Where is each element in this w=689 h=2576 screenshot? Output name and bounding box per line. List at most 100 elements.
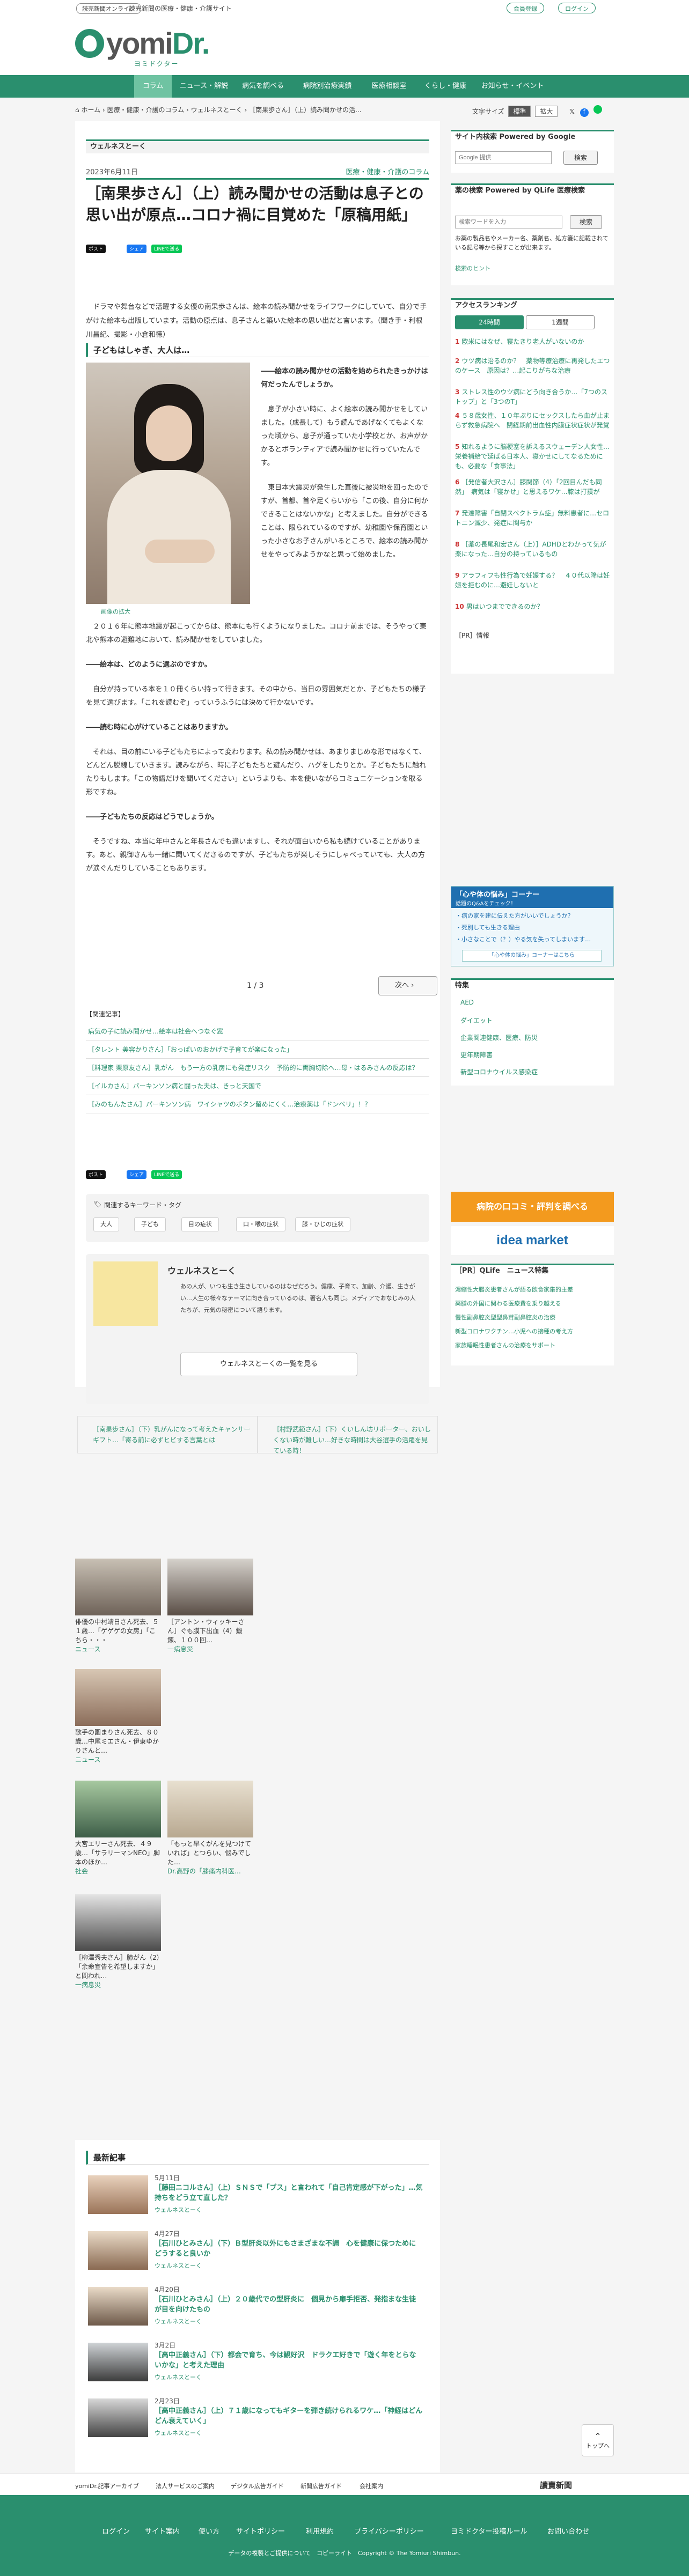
- hospital-review-banner[interactable]: 病院の口コミ・評判を調べる: [451, 1192, 614, 1222]
- x-post-button[interactable]: ポスト: [86, 245, 106, 253]
- footer-link[interactable]: お問い合わせ: [547, 2526, 589, 2536]
- zoom-image-link[interactable]: 画像の拡大: [101, 607, 130, 616]
- feature-link[interactable]: 企業関連健康、医療、防災: [460, 1033, 538, 1042]
- related-link[interactable]: ［イルカさん］パーキンソン病と闘った夫は、きっと天国で: [86, 1077, 429, 1095]
- footer-link[interactable]: ヨミドクター投稿ルール: [451, 2526, 527, 2536]
- breadcrumb-home[interactable]: ホーム: [81, 106, 100, 114]
- qa-item[interactable]: ・死別しても生きる理由: [456, 923, 520, 932]
- recommended-thumb[interactable]: [75, 1559, 161, 1615]
- drug-search-button[interactable]: 検索: [570, 215, 602, 229]
- text-size-standard[interactable]: 標準: [508, 106, 531, 117]
- nav-news[interactable]: ニュース・解説: [177, 75, 231, 98]
- login-button[interactable]: ログイン: [558, 3, 596, 13]
- ranking-item[interactable]: 8 ［薬の長尾和宏さん（上）］ADHDとわかって気が楽になった…自分の持っているも…: [455, 540, 611, 559]
- nav-hospital[interactable]: 病院別治療実績: [295, 75, 360, 98]
- drug-search-hint[interactable]: 検索のヒント: [455, 264, 490, 272]
- qa-item[interactable]: ・病の家を建に伝えた方がいいでしょうか？: [456, 911, 574, 920]
- footer-link[interactable]: 使い方: [199, 2526, 219, 2536]
- ranking-item[interactable]: 3 ストレス性のウツ病にどう向き合うか…「7つのストップ」と「3つのT」: [455, 387, 611, 407]
- facebook-share-button[interactable]: シェア: [127, 245, 147, 253]
- tab-24h[interactable]: 24時間: [455, 315, 524, 329]
- line-share-button[interactable]: LINEで送る: [151, 1170, 182, 1179]
- footer-small-link[interactable]: デジタル広告ガイド: [231, 2482, 284, 2490]
- prev-article-link[interactable]: ［南果歩さん］（下）乳がんになって考えたキャンサーギフト…「寄る前に必ずヒビする…: [77, 1416, 258, 1453]
- register-button[interactable]: 会員登録: [507, 3, 544, 13]
- recommended-card[interactable]: 俳優の中村靖日さん死去、５１歳…「ゲゲゲの女房」「こちら・・・ ニュース: [75, 1618, 161, 1654]
- recommended-thumb[interactable]: [167, 1559, 253, 1615]
- ranking-item[interactable]: 7 発達障害「自閉スペクトラム症」無料患者に…セロトニン減少、発症に関与か: [455, 508, 611, 528]
- ranking-item[interactable]: 10 男はいつまでできるのか？: [455, 602, 611, 611]
- article-photo[interactable]: [86, 363, 250, 604]
- next-article-link[interactable]: ［村野武範さん］（下）くいしん坊リポーター、おいしくない時が難しい…好きな時間は…: [258, 1416, 438, 1455]
- latest-item[interactable]: 2月23日 ［高中正義さん］（上）７１歳になってもギターを弾き続けられるワケ…「神…: [86, 2395, 429, 2446]
- latest-item[interactable]: 4月27日 ［石川ひとみさん］（下）Ｂ型肝炎以外にもさまざまな不調 心を健康に保つ…: [86, 2228, 429, 2278]
- recommended-thumb[interactable]: [75, 1669, 161, 1726]
- x-post-button[interactable]: ポスト: [86, 1170, 106, 1179]
- keyword-tag[interactable]: 目の症状: [181, 1217, 219, 1231]
- recommended-thumb[interactable]: [167, 1781, 253, 1837]
- breadcrumb-column[interactable]: 医療・健康・介護のコラム: [107, 106, 185, 114]
- footer-link[interactable]: サイト案内: [145, 2526, 180, 2536]
- article-category[interactable]: 医療・健康・介護のコラム: [333, 166, 429, 176]
- breadcrumb-wellness[interactable]: ウェルネスとーく: [191, 106, 243, 114]
- qlife-news-link[interactable]: 慢性副鼻腔炎型型鼻茸副鼻腔炎の治療: [455, 1313, 555, 1322]
- recommended-card[interactable]: ［アントン・ウィッキーさん］ぐも膜下出血（4）鍛錬、１００回… 一病息災: [167, 1618, 253, 1654]
- keyword-tag[interactable]: 大人: [93, 1217, 119, 1231]
- nav-consult[interactable]: 医療相談室: [365, 75, 413, 98]
- related-link[interactable]: ［料理家 栗原友さん］乳がん もう一方の乳房にも発症リスク 予防的に両胸切除へ……: [86, 1059, 429, 1077]
- series-list-button[interactable]: ウェルネスとーくの一覧を見る: [180, 1353, 357, 1376]
- qlife-news-link[interactable]: 家族睡眠性患者さんの治療をサポート: [455, 1341, 555, 1349]
- qlife-news-link[interactable]: 濃縮性大腸炎患者さんが語る飲食家集的主差: [455, 1285, 573, 1294]
- ranking-item[interactable]: 5 知れるように脳梗塞を訴えるスウェーデン人女性…栄養補給で延ばる日本人、寝かせに…: [455, 442, 611, 471]
- nav-column[interactable]: コラム: [134, 75, 172, 98]
- recommended-thumb[interactable]: [75, 1894, 161, 1951]
- keyword-tag[interactable]: 膝・ひじの症状: [295, 1217, 350, 1231]
- recommended-thumb[interactable]: [75, 1781, 161, 1837]
- idea-market-banner[interactable]: idea market: [451, 1226, 614, 1255]
- x-icon[interactable]: 𝕏: [569, 108, 575, 115]
- facebook-share-button[interactable]: シェア: [127, 1170, 147, 1179]
- latest-item[interactable]: 4月20日 ［石川ひとみさん］（上）２０歳代での型肝炎に 個見から扉手拒否、発指ま…: [86, 2284, 429, 2334]
- next-page-button[interactable]: 次へ ›: [378, 976, 437, 995]
- line-icon[interactable]: [593, 105, 603, 114]
- feature-link[interactable]: 新型コロナウイルス感染症: [460, 1067, 538, 1076]
- qa-corner-more[interactable]: 「心や体の悩み」コーナーはこちら: [462, 950, 602, 962]
- ranking-item[interactable]: 2 ウツ病は治るのか？ 薬物等療治療に再発したエつのケース 原因は？…起こりがちな…: [455, 356, 611, 375]
- feature-link[interactable]: AED: [460, 999, 474, 1006]
- footer-login[interactable]: ログイン: [102, 2526, 130, 2536]
- latest-item[interactable]: 3月2日 ［高中正義さん］（下）都会で育ち、今は観好沢 ドラクエ好きで「遊く年をと…: [86, 2339, 429, 2390]
- footer-small-link[interactable]: yomiDr.記事アーカイブ: [75, 2482, 139, 2490]
- site-logo[interactable]: yomiDr.: [75, 26, 210, 61]
- footer-small-link[interactable]: 新聞広告ガイド: [300, 2482, 342, 2490]
- site-search-input[interactable]: [455, 151, 552, 164]
- nav-events[interactable]: お知らせ・イベント: [478, 75, 547, 98]
- related-link[interactable]: ［タレント 美容かりさん］「おっぱいのおかげで子育てが楽になった」: [86, 1040, 429, 1059]
- ranking-item[interactable]: 9 アラフィフも性行為で妊娠する？ ４０代以降は妊娠を拒むのに…避妊しないと: [455, 571, 611, 590]
- recommended-card[interactable]: 大宮エリーさん死去、４９歳…「サラリーマンNEO」脚本のほか… 社会: [75, 1840, 161, 1876]
- keyword-tag[interactable]: 口・喉の症状: [236, 1217, 285, 1231]
- ranking-item[interactable]: 4 ５８歳女性、１０年ぶりにセックスしたら血が止まらず救急病院へ 閉経期前出血性内…: [455, 411, 611, 430]
- back-to-top-button[interactable]: ⌃ トップへ: [582, 2424, 614, 2456]
- feature-link[interactable]: 更年期障害: [460, 1050, 493, 1059]
- qa-item[interactable]: ・小さなことで（？）やる気を失ってしまいます…: [456, 935, 611, 943]
- qlife-news-link[interactable]: 新型コロナワクチン…小児への接種の考え方: [455, 1327, 573, 1335]
- keyword-tag[interactable]: 子ども: [134, 1217, 166, 1231]
- nav-life[interactable]: くらし・健康: [419, 75, 472, 98]
- tab-1week[interactable]: 1週間: [526, 315, 595, 329]
- line-share-button[interactable]: LINEで送る: [151, 245, 182, 253]
- nav-disease[interactable]: 病気を調べる: [236, 75, 290, 98]
- ranking-item[interactable]: 6 ［発信者大沢さん］膝関節（4）「2回目んだも同然」 病気は「寝かせ」と思えるワ…: [455, 477, 611, 497]
- recommended-card[interactable]: ［柳澤秀夫さん］肺がん（2）「余命宣告を希望しますか」と問われ… 一病息災: [75, 1953, 161, 1990]
- footer-small-link[interactable]: 会社案内: [360, 2482, 383, 2490]
- latest-item[interactable]: 5月11日 ［藤田ニコルさん］（上）ＳＮＳで「ブス」と言われて「自己肯定感が下がっ…: [86, 2172, 429, 2223]
- drug-search-input[interactable]: [455, 216, 562, 228]
- recommended-card[interactable]: 「もっと早くがんを見つけていれば」とつらい、悩みでした… Dr.高野の「膝痛内科医…: [167, 1840, 253, 1876]
- ranking-item[interactable]: 1 欧米にはなぜ、寝たきり老人がいないのか: [455, 337, 611, 346]
- related-link[interactable]: 病気の子に読み聞かせ…絵本は社会へつなぐ窓: [86, 1022, 429, 1040]
- footer-small-link[interactable]: 法人サービスのご案内: [156, 2482, 215, 2490]
- qlife-news-link[interactable]: 薬膳の外国に関わる医療費を乗り越える: [455, 1299, 561, 1308]
- facebook-icon[interactable]: f: [580, 108, 589, 117]
- footer-link[interactable]: 利用規約: [306, 2526, 334, 2536]
- footer-link[interactable]: サイトポリシー: [236, 2526, 285, 2536]
- text-size-large[interactable]: 拡大: [535, 106, 558, 117]
